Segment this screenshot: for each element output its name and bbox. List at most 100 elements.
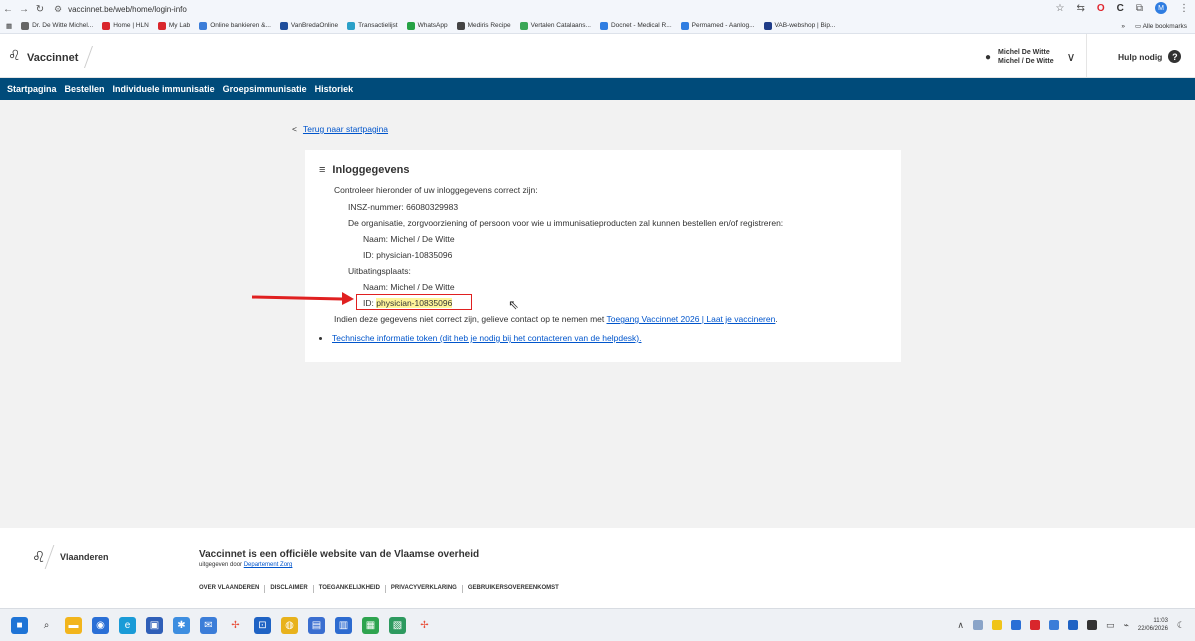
chrome-browser-icon[interactable]: ◍	[281, 617, 298, 634]
user-icon: ●	[985, 51, 992, 63]
notifications-icon[interactable]: ☾	[1177, 620, 1185, 631]
nav-item-groepsimmunisatie[interactable]: Groepsimmunisatie	[223, 84, 307, 94]
reload-icon[interactable]: ↻	[32, 4, 48, 15]
edge-browser-icon[interactable]: e	[119, 617, 136, 634]
user-organisation: Michel / De Witte	[998, 58, 1054, 65]
address-bar[interactable]: ⚙ vaccinnet.be/web/home/login-info	[54, 2, 187, 16]
bookmark-item[interactable]: Dr. De Witte Michel...	[21, 21, 94, 30]
incorrect-info-text: Indien deze gegevens niet correct zijn, …	[334, 314, 778, 324]
bookmarks-bar: ▦ Dr. De Witte Michel... Home | HLN My Lab…	[0, 18, 1195, 34]
bookmark-item[interactable]: My Lab	[157, 21, 190, 30]
chevron-up-icon[interactable]: ∧	[957, 620, 964, 631]
system-tray: ∧ ▭ ⌁ 11:03 22/06/2026 ☾	[957, 617, 1185, 633]
extension-o-icon[interactable]: O	[1097, 3, 1105, 14]
app-icon[interactable]: ✱	[173, 617, 190, 634]
bookmark-label: Transactielijst	[358, 22, 398, 29]
forward-arrow-icon[interactable]: →	[16, 4, 32, 15]
footer-link-disclaimer[interactable]: DISCLAIMER	[270, 585, 307, 593]
bookmark-favicon-icon	[279, 21, 288, 30]
app-icon[interactable]: ✉	[200, 617, 217, 634]
store-icon[interactable]: ▣	[146, 617, 163, 634]
help-button[interactable]: Hulp nodig ?	[1118, 50, 1182, 63]
browser-toolbar: ← → ↻ ⚙ vaccinnet.be/web/home/login-info…	[0, 0, 1195, 18]
organisation-id: ID: physician-10835096	[363, 250, 453, 260]
card-title: Inloggegevens	[332, 164, 410, 176]
display-icon[interactable]: ▭	[1106, 620, 1115, 631]
footer-link-privacyverklaring[interactable]: PRIVACYVERKLARING	[391, 585, 457, 593]
extension-c-icon[interactable]: C	[1117, 3, 1124, 14]
footer-publisher: uitgegeven door Departement Zorg	[199, 562, 292, 568]
app-icon[interactable]: ✢	[416, 617, 433, 634]
bookmark-item[interactable]: Online bankieren &...	[199, 21, 271, 30]
translate-icon[interactable]: ⇆	[1076, 3, 1084, 14]
windows-start-icon[interactable]: ■	[11, 617, 28, 634]
app-icon[interactable]: ⊡	[254, 617, 271, 634]
url-text: vaccinnet.be/web/home/login-info	[68, 4, 187, 14]
bookmark-item[interactable]: VanBredaOnline	[279, 21, 338, 30]
nav-item-bestellen[interactable]: Bestellen	[65, 84, 105, 94]
tray-icon[interactable]	[1029, 620, 1040, 630]
back-link-label: Terug naar startpagina	[302, 124, 389, 134]
toegang-vaccinnet-link[interactable]: Toegang Vaccinnet 2026 | Laat je vaccine…	[606, 314, 775, 324]
nav-item-startpagina[interactable]: Startpagina	[7, 84, 57, 94]
footer-link-toegankelijkheid[interactable]: TOEGANKELIJKHEID	[319, 585, 380, 593]
footer-link-over-vlaanderen[interactable]: OVER VLAANDEREN	[199, 585, 259, 593]
clock[interactable]: 11:03 22/06/2026	[1138, 617, 1168, 633]
star-icon[interactable]: ☆	[1055, 3, 1064, 14]
search-icon[interactable]: ⌕	[38, 617, 55, 634]
bookmark-item[interactable]: Transactielijst	[347, 21, 398, 30]
tray-icon[interactable]	[1048, 620, 1059, 630]
footer-links: OVER VLAANDEREN DISCLAIMER TOEGANKELIJKH…	[199, 585, 559, 593]
all-bookmarks-button[interactable]: ▭ Alle bookmarks	[1135, 22, 1187, 30]
file-explorer-icon[interactable]: ▬	[65, 617, 82, 634]
bookmarks-overflow-icon[interactable]: »	[1121, 23, 1125, 30]
header-divider	[1086, 34, 1087, 78]
app-icon[interactable]: ◉	[92, 617, 109, 634]
user-menu[interactable]: ● Michel De Witte Michel / De Witte ∨	[985, 48, 1075, 66]
site-info-icon[interactable]: ⚙	[54, 4, 62, 15]
bookmark-item[interactable]: WhatsApp	[406, 21, 448, 30]
bookmark-label: Dr. De Witte Michel...	[32, 22, 94, 29]
back-arrow-icon[interactable]: ←	[0, 4, 16, 15]
footer-separator	[461, 585, 463, 593]
nav-item-individuele-immunisatie[interactable]: Individuele immunisatie	[113, 84, 215, 94]
app-icon[interactable]: ▧	[389, 617, 406, 634]
technical-token-link[interactable]: Technische informatie token (dit heb je …	[332, 333, 642, 343]
bookmark-item[interactable]: Permamed - Aanlog...	[680, 21, 755, 30]
bookmark-item[interactable]: Vertalen Catalaans...	[519, 21, 591, 30]
chevron-down-icon[interactable]: ∨	[1067, 50, 1076, 64]
back-to-home-link[interactable]: < Terug naar startpagina	[292, 124, 388, 134]
incorrect-info-label: Indien deze gegevens niet correct zijn, …	[334, 314, 607, 324]
app-icon[interactable]: ▥	[335, 617, 352, 634]
bookmark-item[interactable]: Mediris Recipe	[456, 21, 511, 30]
browser-menu-icon[interactable]: ⋮	[1179, 3, 1189, 14]
profile-avatar[interactable]: M	[1155, 2, 1167, 14]
bookmark-label: Docnet - Medical R...	[610, 22, 672, 29]
extensions-puzzle-icon[interactable]: ⧉	[1136, 3, 1143, 14]
annotation-highlight-box	[356, 294, 472, 310]
departement-zorg-link[interactable]: Departement Zorg	[244, 562, 293, 568]
tray-icon[interactable]	[991, 620, 1002, 630]
app-title[interactable]: Vaccinnet	[27, 52, 78, 64]
login-info-card: ≡ Inloggegevens Controleer hieronder of …	[305, 150, 901, 362]
bookmark-item[interactable]: Home | HLN	[102, 21, 149, 30]
tray-icon[interactable]	[1086, 620, 1097, 630]
tray-icon[interactable]	[972, 620, 983, 630]
bookmark-label: VAB-webshop | Bip...	[774, 22, 836, 29]
flemish-lion-logo-icon[interactable]: ♌	[8, 47, 22, 65]
bookmark-favicon-icon	[680, 21, 689, 30]
intro-text: Controleer hieronder of uw inloggegevens…	[334, 185, 538, 195]
network-icon[interactable]: ⌁	[1123, 620, 1128, 631]
footer-link-gebruikersovereenkomst[interactable]: GEBRUIKERSOVEREENKOMST	[468, 585, 559, 593]
list-icon: ≡	[319, 164, 326, 176]
bookmark-item[interactable]: VAB-webshop | Bip...	[763, 21, 836, 30]
red-annotation-arrow-icon	[251, 292, 354, 305]
app-icon[interactable]: ✢	[227, 617, 244, 634]
tray-icon[interactable]	[1067, 620, 1078, 630]
bookmark-item[interactable]: Docnet - Medical R...	[599, 21, 672, 30]
tray-icon[interactable]	[1010, 620, 1021, 630]
app-icon[interactable]: ▤	[308, 617, 325, 634]
nav-item-historiek[interactable]: Historiek	[315, 84, 354, 94]
app-icon[interactable]: ▦	[362, 617, 379, 634]
mouse-cursor-icon: ⇖	[508, 297, 519, 312]
